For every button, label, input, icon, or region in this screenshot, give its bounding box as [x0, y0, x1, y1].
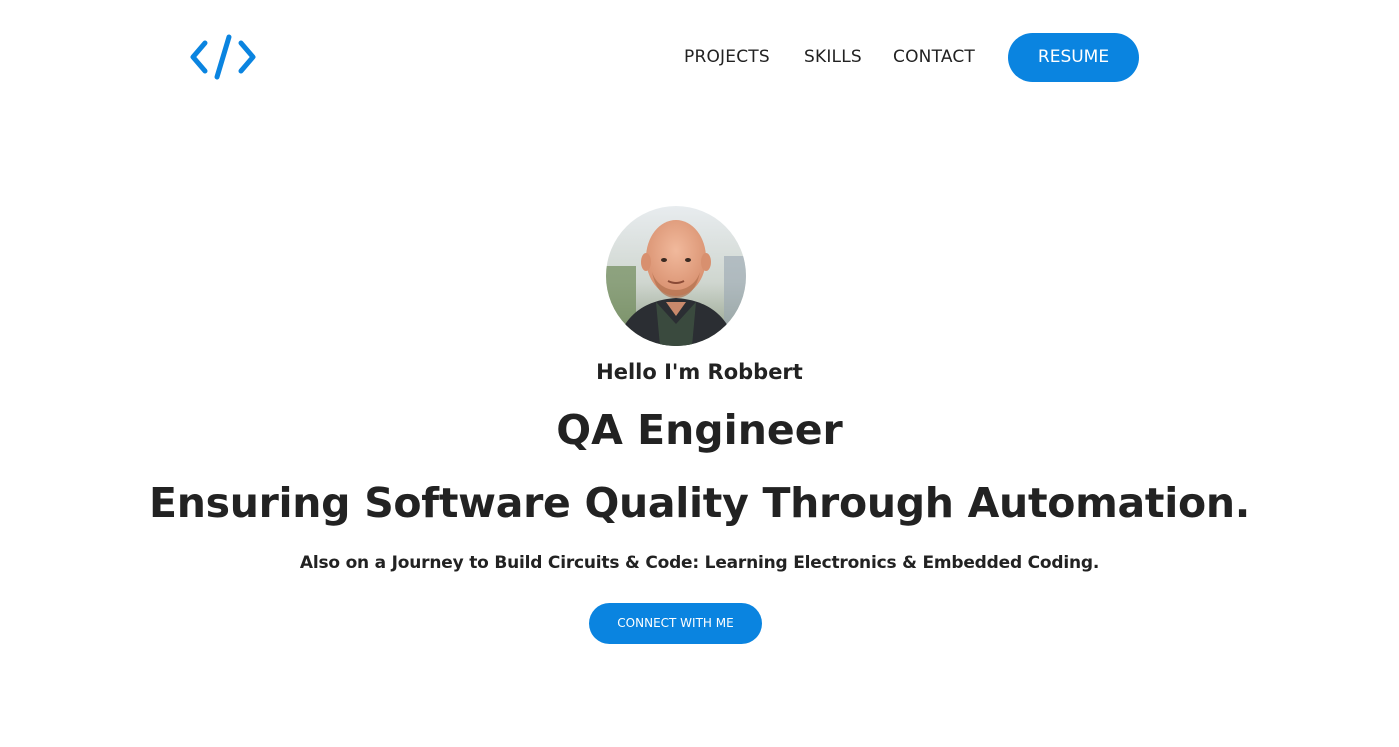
page: PROJECTS SKILLS CONTACT RESUME Hello I'm…	[0, 0, 1399, 747]
nav-link-skills[interactable]: SKILLS	[804, 33, 862, 82]
nav-link-contact[interactable]: CONTACT	[893, 33, 975, 82]
connect-with-me-button[interactable]: CONNECT WITH ME	[589, 603, 762, 644]
subheadline: Also on a Journey to Build Circuits & Co…	[299, 553, 1100, 573]
nav-link-projects[interactable]: PROJECTS	[684, 33, 770, 82]
greeting-text: Hello I'm Robbert	[596, 360, 803, 384]
main-nav: PROJECTS SKILLS CONTACT RESUME	[0, 33, 1399, 82]
resume-button[interactable]: RESUME	[1008, 33, 1139, 82]
profile-photo	[606, 206, 746, 346]
role-title: QA Engineer	[556, 406, 843, 454]
headline: Ensuring Software Quality Through Automa…	[149, 479, 1250, 527]
